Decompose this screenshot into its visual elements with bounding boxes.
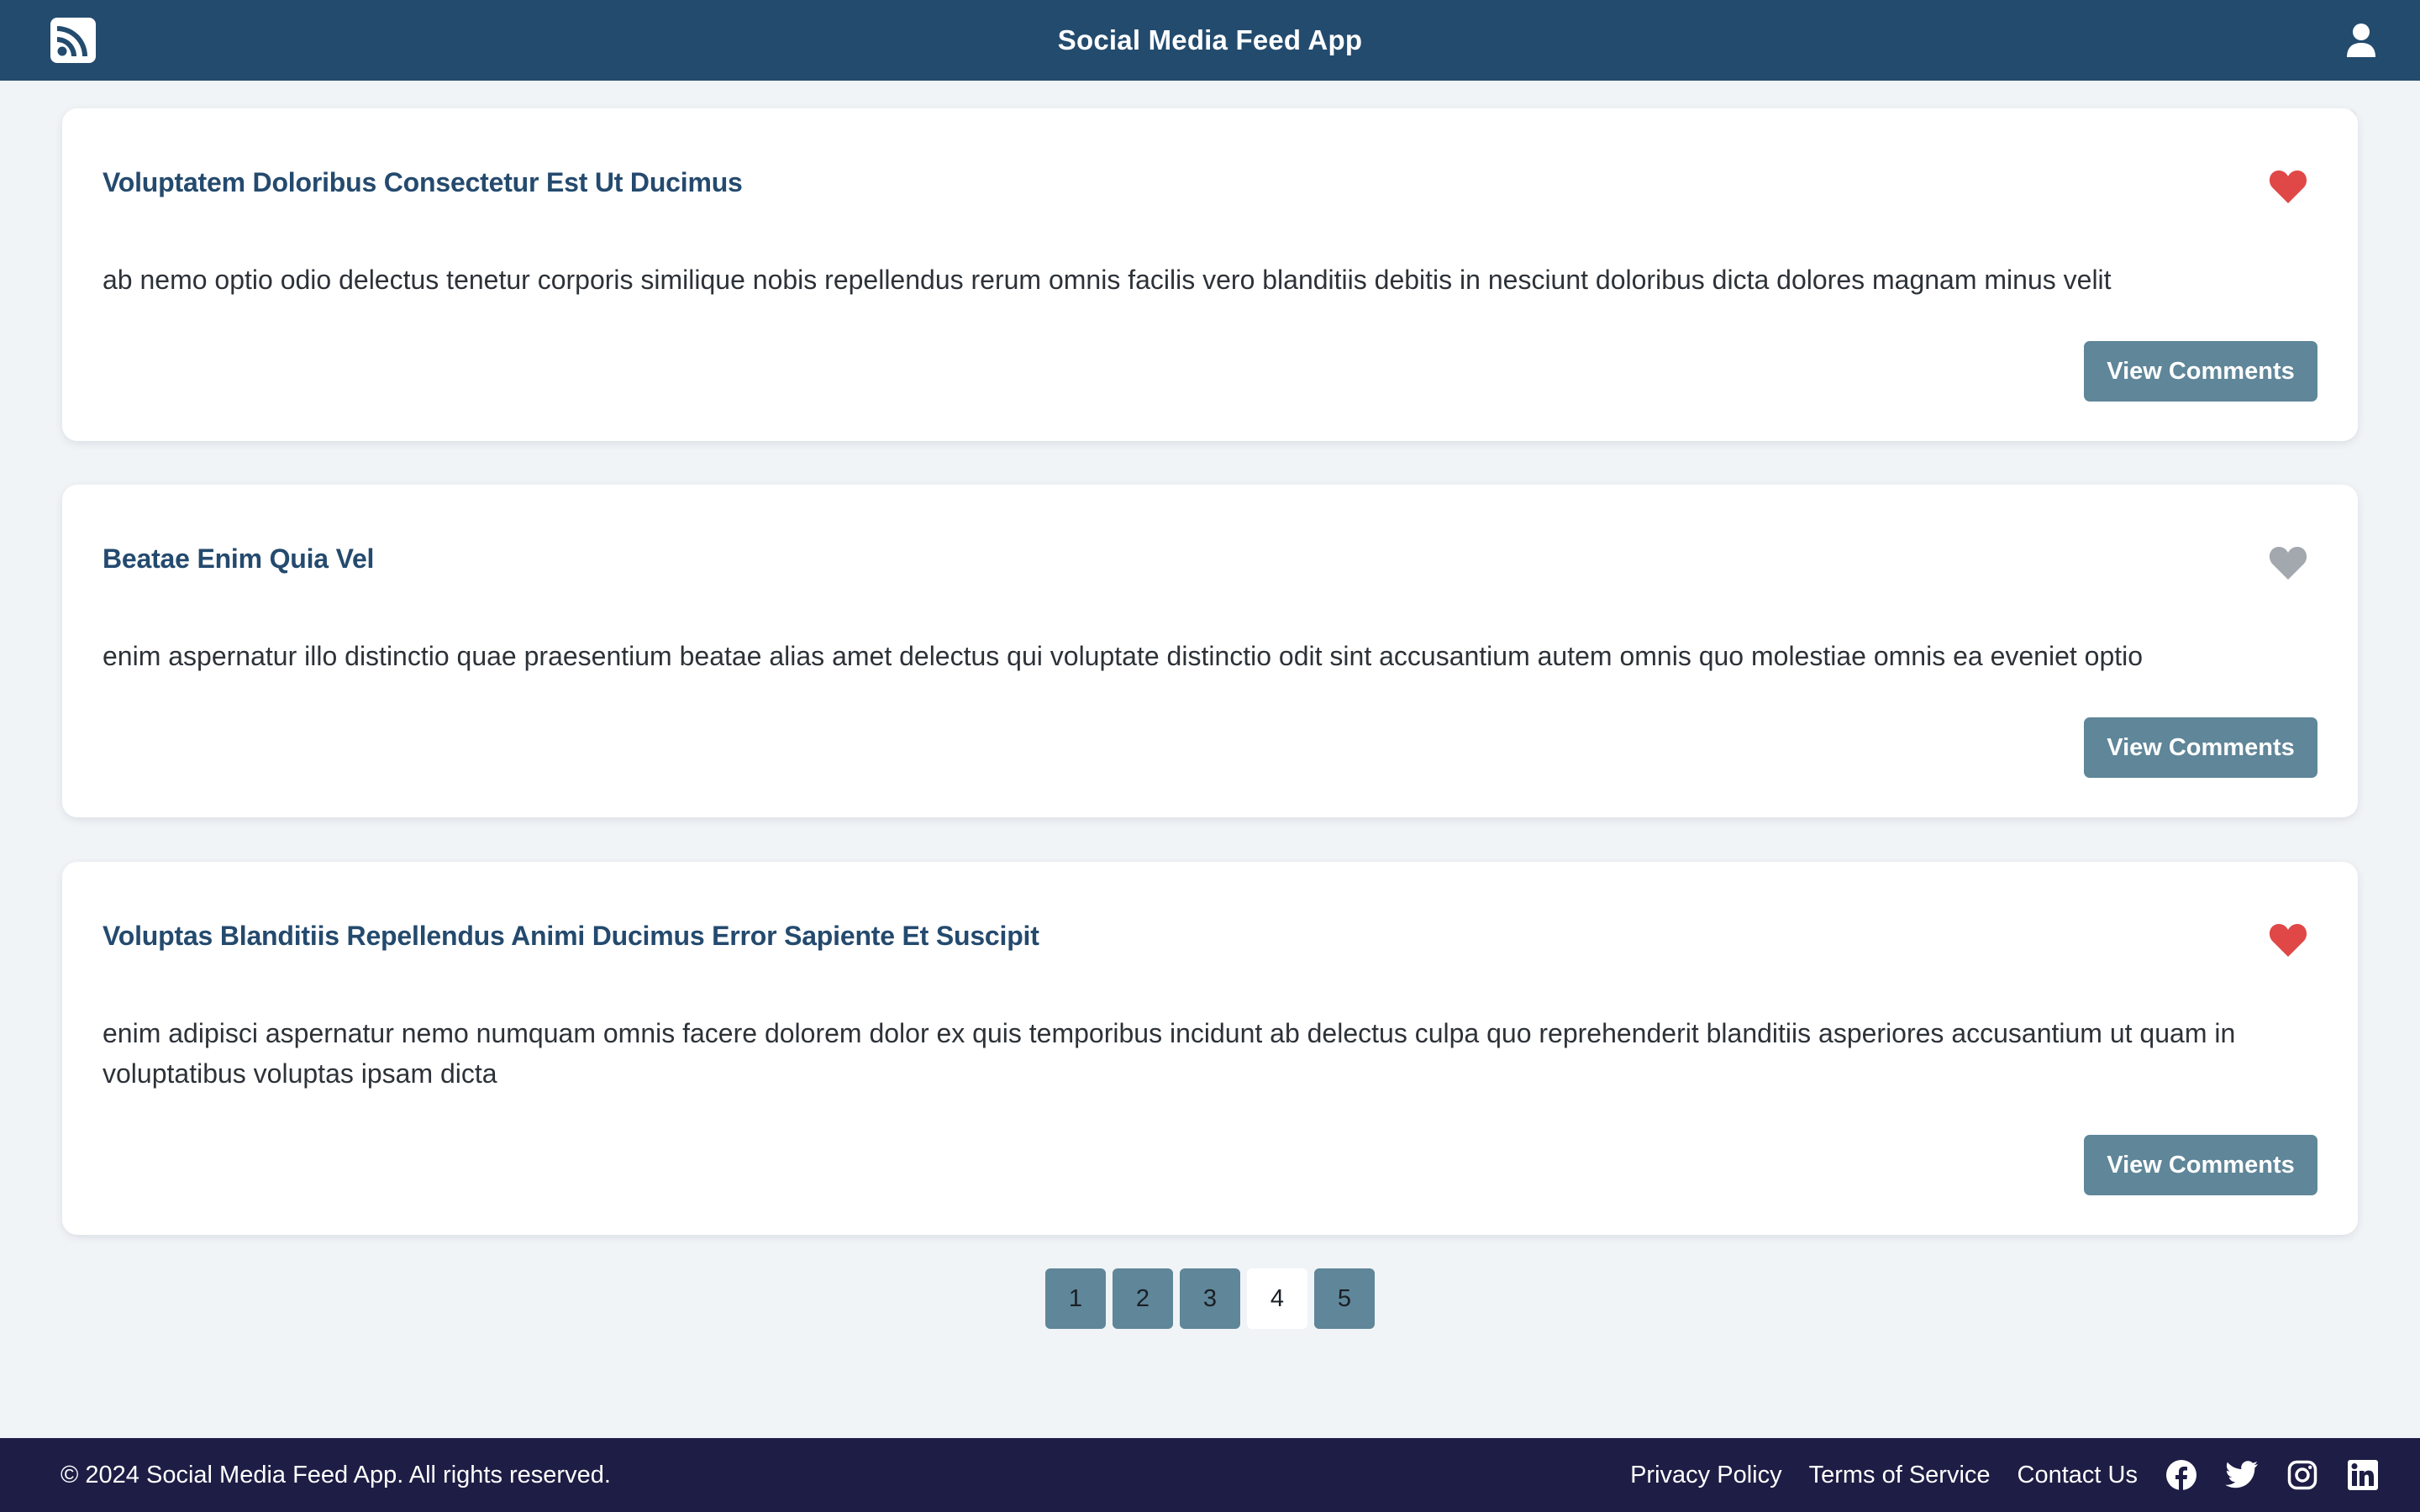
app-header: Social Media Feed App — [0, 0, 2420, 81]
app-title: Social Media Feed App — [1057, 24, 1363, 55]
page-button-1[interactable]: 1 — [1045, 1268, 1106, 1329]
footer-links: Privacy Policy Terms of Service Contact … — [1630, 1458, 2380, 1492]
post-body: enim aspernatur illo distinctio quae pra… — [103, 641, 2144, 671]
view-comments-button[interactable]: View Comments — [2084, 1135, 2317, 1195]
view-comments-button[interactable]: View Comments — [2084, 717, 2317, 778]
pagination: 1 2 3 4 5 — [1045, 1268, 1375, 1329]
contact-us-link[interactable]: Contact Us — [2018, 1462, 2138, 1489]
post-card: Beatae Enim Quia Vel enim aspernatur ill… — [62, 485, 2358, 817]
app-footer: © 2024 Social Media Feed App. All rights… — [0, 1438, 2420, 1512]
facebook-icon[interactable] — [2165, 1458, 2198, 1492]
rss-icon[interactable] — [49, 16, 97, 65]
heart-icon[interactable] — [2269, 922, 2307, 961]
post-card: Voluptatem Doloribus Consectetur Est Ut … — [62, 108, 2358, 441]
copyright-text: © 2024 Social Media Feed App. All rights… — [60, 1461, 611, 1488]
user-icon[interactable] — [2341, 20, 2381, 60]
terms-of-service-link[interactable]: Terms of Service — [1809, 1462, 1991, 1489]
heart-icon[interactable] — [2269, 169, 2307, 207]
page-button-3[interactable]: 3 — [1180, 1268, 1240, 1329]
page-button-5[interactable]: 5 — [1314, 1268, 1375, 1329]
page-button-4-current[interactable]: 4 — [1247, 1268, 1307, 1329]
post-card: Voluptas Blanditiis Repellendus Animi Du… — [62, 862, 2358, 1235]
twitter-icon[interactable] — [2225, 1458, 2259, 1492]
post-body: ab nemo optio odio delectus tenetur corp… — [103, 265, 2112, 295]
post-title: Beatae Enim Quia Vel — [103, 543, 375, 574]
privacy-policy-link[interactable]: Privacy Policy — [1630, 1462, 1782, 1489]
post-body: enim adipisci aspernatur nemo numquam om… — [103, 1018, 2236, 1089]
linkedin-icon[interactable] — [2346, 1458, 2380, 1492]
post-title: Voluptatem Doloribus Consectetur Est Ut … — [103, 167, 743, 197]
instagram-icon[interactable] — [2286, 1458, 2319, 1492]
post-title: Voluptas Blanditiis Repellendus Animi Du… — [103, 921, 1039, 951]
page-button-2[interactable]: 2 — [1113, 1268, 1173, 1329]
heart-icon[interactable] — [2269, 545, 2307, 584]
view-comments-button[interactable]: View Comments — [2084, 341, 2317, 402]
